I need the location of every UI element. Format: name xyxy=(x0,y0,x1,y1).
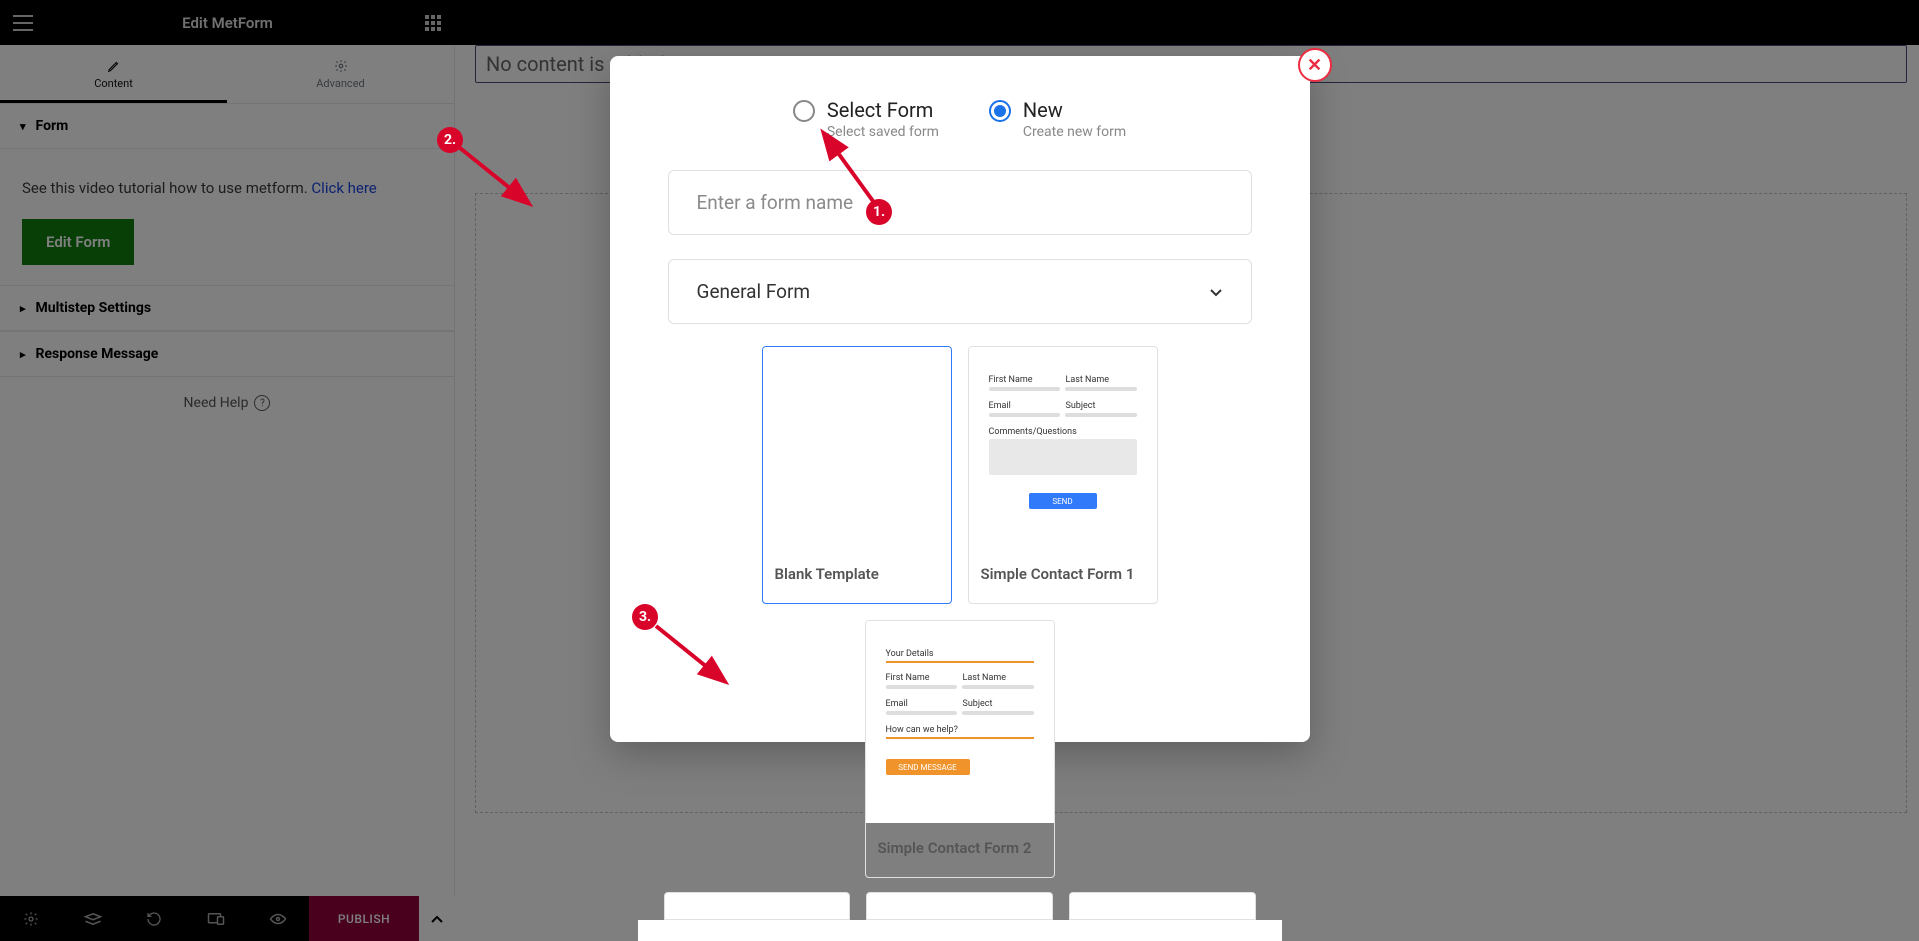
form-name-input[interactable] xyxy=(668,170,1252,235)
form-mode-radios: Select Form Select saved form New Create… xyxy=(638,98,1282,140)
close-icon[interactable]: ✕ xyxy=(1298,48,1332,82)
template-preview-blank xyxy=(763,347,951,549)
radio-select-form[interactable]: Select Form Select saved form xyxy=(793,98,939,140)
chevron-down-icon xyxy=(1209,280,1223,303)
annotation-marker-2: 2. xyxy=(437,127,463,153)
template-preview-contact2: Your Details First Name Last Name Email … xyxy=(866,621,1054,823)
radio-new-form[interactable]: New Create new form xyxy=(989,98,1126,140)
modal-footer: Edit form xyxy=(638,920,1282,941)
form-type-dropdown[interactable]: General Form xyxy=(668,259,1252,324)
templates-list-row-2 xyxy=(638,878,1282,920)
template-blank[interactable]: Blank Template xyxy=(762,346,952,604)
annotation-marker-3: 3. xyxy=(632,604,658,630)
template-stub[interactable] xyxy=(866,892,1053,920)
template-contact-2[interactable]: Your Details First Name Last Name Email … xyxy=(865,620,1055,878)
annotation-marker-1: 1. xyxy=(866,199,892,225)
template-stub[interactable] xyxy=(664,892,851,920)
radio-circle-icon xyxy=(793,100,815,122)
new-form-modal: ✕ Select Form Select saved form New Crea… xyxy=(610,56,1310,742)
templates-list: Blank Template First Name Last Name Emai… xyxy=(638,346,1282,878)
template-stub[interactable] xyxy=(1069,892,1256,920)
template-preview-contact1: First Name Last Name Email Subject Comme… xyxy=(969,347,1157,549)
radio-circle-selected-icon xyxy=(989,100,1011,122)
template-contact-1[interactable]: First Name Last Name Email Subject Comme… xyxy=(968,346,1158,604)
